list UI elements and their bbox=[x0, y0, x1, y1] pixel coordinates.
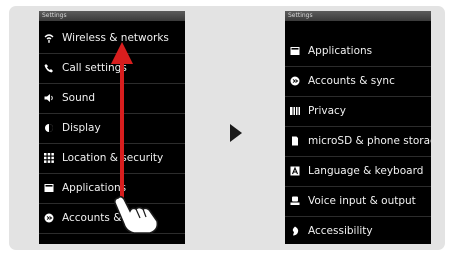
phone-icon bbox=[44, 63, 54, 73]
sd-card-icon bbox=[290, 136, 300, 146]
accessibility-icon bbox=[290, 226, 300, 236]
status-title: Settings bbox=[288, 12, 313, 19]
menu-item-label: Applications bbox=[308, 45, 373, 57]
applications-icon bbox=[290, 46, 300, 56]
next-step-arrow-icon bbox=[230, 124, 242, 142]
tutorial-panel: Settings Wireless & networks Call settin… bbox=[9, 6, 445, 250]
menu-item-label: Voice input & output bbox=[308, 195, 416, 207]
menu-item-label: Language & keyboard bbox=[308, 165, 424, 177]
menu-item-accessibility[interactable]: Accessibility bbox=[285, 216, 431, 244]
menu-item-microsd-storage[interactable]: microSD & phone storage bbox=[285, 126, 431, 157]
status-title: Settings bbox=[42, 12, 67, 19]
sync-icon bbox=[44, 213, 54, 223]
menu-item-privacy[interactable]: Privacy bbox=[285, 96, 431, 127]
settings-screen-after: Settings Applications Accounts & sync Pr… bbox=[285, 11, 431, 244]
menu-item-language-keyboard[interactable]: Language & keyboard bbox=[285, 156, 431, 187]
menu-item-label: Privacy bbox=[308, 105, 347, 117]
brightness-icon bbox=[44, 123, 54, 133]
keyboard-icon bbox=[290, 166, 300, 176]
wifi-icon bbox=[44, 33, 54, 43]
location-grid-icon bbox=[44, 153, 54, 163]
menu-item-voice-input-output[interactable]: Voice input & output bbox=[285, 186, 431, 217]
sync-icon bbox=[290, 76, 300, 86]
menu-item-privacy-partial[interactable] bbox=[39, 233, 185, 244]
applications-icon bbox=[44, 183, 54, 193]
privacy-icon bbox=[44, 243, 54, 244]
menu-item-label: Accessibility bbox=[308, 225, 373, 237]
privacy-icon bbox=[290, 106, 300, 116]
menu-item-applications[interactable]: Applications bbox=[285, 36, 431, 67]
menu-item-accounts-sync[interactable]: Accounts & sync bbox=[285, 66, 431, 97]
speaker-icon bbox=[44, 93, 54, 103]
hand-pointer-icon bbox=[114, 195, 159, 234]
swipe-up-arrow-icon bbox=[111, 42, 133, 200]
menu-item-label: microSD & phone storage bbox=[308, 135, 431, 147]
menu-item-label: Display bbox=[62, 122, 101, 134]
status-bar: Settings bbox=[285, 11, 431, 21]
status-bar: Settings bbox=[39, 11, 185, 21]
voice-icon bbox=[290, 196, 300, 206]
menu-item-label: Accounts & sync bbox=[308, 75, 395, 87]
menu-item-label: Sound bbox=[62, 92, 96, 104]
